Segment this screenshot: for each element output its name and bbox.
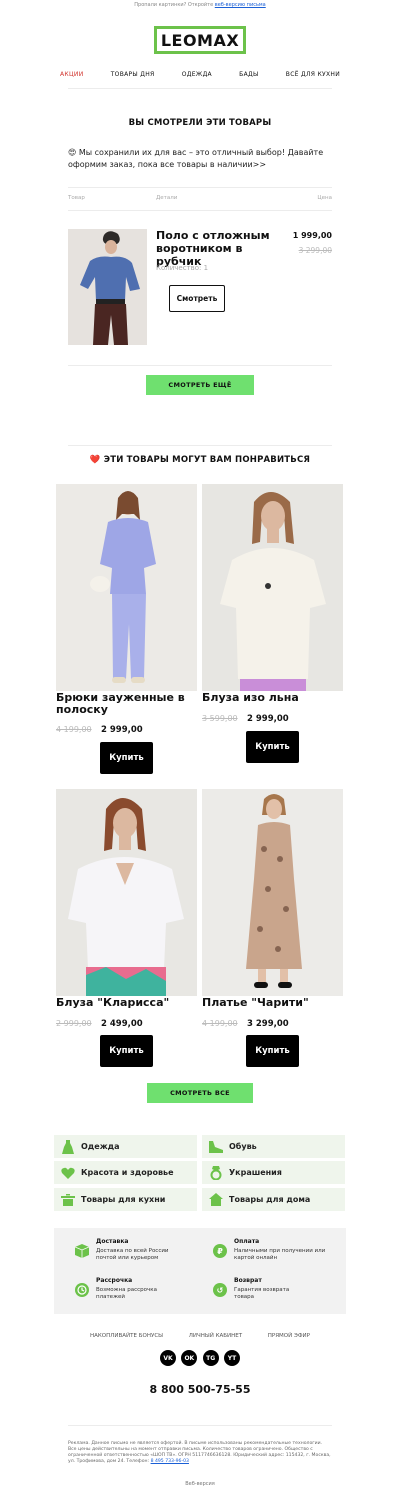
card-title[interactable]: Брюки зауженные в полоску <box>56 692 197 716</box>
category-home[interactable]: Товары для дома <box>202 1188 345 1211</box>
col-details: Детали <box>156 195 178 201</box>
card-old-price: 2 999,00 <box>56 1019 92 1028</box>
youtube-icon[interactable]: YT <box>223 1350 240 1366</box>
logo[interactable]: LEOMAX <box>154 26 246 54</box>
benefit-text: Гарантия возврата товара <box>234 1287 290 1300</box>
nav-item-sales[interactable]: АКЦИИ <box>60 71 84 78</box>
recommend-title: ❤️ ЭТИ ТОВАРЫ МОГУТ ВАМ ПОНРАВИТЬСЯ <box>89 455 311 465</box>
shoe-icon <box>209 1140 223 1154</box>
category-clothes[interactable]: Одежда <box>54 1135 197 1158</box>
benefit-title: Возврат <box>234 1277 262 1284</box>
col-price: Цена <box>317 195 332 201</box>
footer-link-live[interactable]: ПРЯМОЙ ЭФИР <box>268 1333 310 1339</box>
return-icon: ↺ <box>213 1283 227 1297</box>
hotline-phone[interactable]: 8 800 500-75-55 <box>0 1383 400 1396</box>
category-label: Одежда <box>81 1142 120 1151</box>
email-page: Пропали картинки? Откройте веб-версию пи… <box>0 0 400 1509</box>
vk-icon[interactable]: VK <box>160 1350 176 1366</box>
divider <box>68 365 332 366</box>
ok-icon[interactable]: OK <box>181 1350 198 1366</box>
buy-button[interactable]: Купить <box>100 742 153 774</box>
footer-links: НАКОПЛИВАЙТЕ БОНУСЫ ЛИЧНЫЙ КАБИНЕТ ПРЯМО… <box>90 1333 310 1339</box>
category-kitchen[interactable]: Товары для кухни <box>54 1188 197 1211</box>
product-image-polo[interactable] <box>68 229 147 345</box>
card-old-price: 4 199,00 <box>202 1019 238 1028</box>
card-title[interactable]: Платье "Чарити" <box>202 997 343 1009</box>
col-product: Товар <box>68 195 85 201</box>
house-icon <box>209 1193 223 1207</box>
nav-item-deals[interactable]: ТОВАРЫ ДНЯ <box>111 71 155 78</box>
dress-icon <box>61 1139 75 1154</box>
card-price: 2 999,00 <box>247 714 289 724</box>
pot-icon <box>61 1193 75 1207</box>
divider <box>68 187 332 188</box>
product-quantity: Количество: 1 <box>156 264 209 272</box>
category-label: Украшения <box>229 1168 282 1177</box>
category-label: Товары для дома <box>229 1195 311 1204</box>
buy-button[interactable]: Купить <box>246 1035 299 1067</box>
card-title[interactable]: Блуза "Кларисса" <box>56 997 197 1009</box>
see-all-button[interactable]: СМОТРЕТЬ ВСЕ <box>147 1083 253 1103</box>
product-image-trousers[interactable] <box>56 484 197 691</box>
benefit-text: Доставка по всей России почтой или курье… <box>96 1248 169 1261</box>
divider <box>68 88 332 89</box>
legal-text: Реклама. Данное письмо не является оферт… <box>68 1441 332 1465</box>
product-image-clarissa-blouse[interactable] <box>56 789 197 996</box>
viewed-intro: 😍 Мы сохранили их для вас – это отличный… <box>68 148 324 169</box>
category-shoes[interactable]: Обувь <box>202 1135 345 1158</box>
product-image-linen-blouse[interactable] <box>202 484 343 691</box>
product-price: 1 999,00 <box>292 231 332 240</box>
web-version-footer-link[interactable]: Веб-версия <box>0 1481 400 1487</box>
card-old-price: 3 599,00 <box>202 714 238 723</box>
ruble-icon: ₽ <box>213 1244 227 1258</box>
nav-item-clothes[interactable]: ОДЕЖДА <box>182 71 212 78</box>
box-icon <box>75 1244 89 1258</box>
card-title[interactable]: Блуза изо льна <box>202 692 343 704</box>
legal-phone-link[interactable]: 8 495 733-96-03 <box>151 1459 189 1464</box>
preheader-text: Пропали картинки? Откройте <box>134 2 214 8</box>
footer-link-bonuses[interactable]: НАКОПЛИВАЙТЕ БОНУСЫ <box>90 1333 163 1339</box>
top-nav: АКЦИИ ТОВАРЫ ДНЯ ОДЕЖДА БАДЫ ВСЁ ДЛЯ КУХ… <box>60 71 340 78</box>
see-more-button[interactable]: СМОТРЕТЬ ЕЩЁ <box>146 375 254 395</box>
telegram-icon[interactable]: TG <box>202 1350 219 1366</box>
category-label: Красота и здоровье <box>81 1168 174 1177</box>
buy-button[interactable]: Купить <box>246 731 299 763</box>
benefit-text: Наличными при получении или картой онлай… <box>234 1248 326 1261</box>
product-old-price: 3 299,00 <box>298 246 332 255</box>
product-title[interactable]: Поло с отложным воротником в рубчик <box>156 229 286 268</box>
clock-icon <box>75 1283 89 1297</box>
nav-item-supplements[interactable]: БАДЫ <box>239 71 258 78</box>
category-label: Обувь <box>229 1142 257 1151</box>
card-old-price: 4 199,00 <box>56 725 92 734</box>
view-product-button[interactable]: Смотреть <box>169 285 225 312</box>
heart-icon <box>61 1166 75 1180</box>
divider <box>68 445 332 446</box>
social-icons: VK OK TG YT <box>160 1350 240 1366</box>
benefit-text: Возможна рассрочка платежей <box>96 1287 157 1300</box>
category-label: Товары для кухни <box>81 1195 166 1204</box>
divider <box>68 210 332 211</box>
benefit-title: Доставка <box>96 1238 129 1245</box>
buy-button[interactable]: Купить <box>100 1035 153 1067</box>
category-jewelry[interactable]: Украшения <box>202 1161 345 1184</box>
card-price: 2 499,00 <box>101 1019 143 1029</box>
footer-link-account[interactable]: ЛИЧНЫЙ КАБИНЕТ <box>189 1333 242 1339</box>
viewed-title: ВЫ СМОТРЕЛИ ЭТИ ТОВАРЫ <box>128 118 272 128</box>
ring-icon <box>209 1165 223 1180</box>
product-image-charity-dress[interactable] <box>202 789 343 996</box>
benefit-title: Рассрочка <box>96 1277 133 1284</box>
legal-copy: Реклама. Данное письмо не является оферт… <box>68 1441 331 1464</box>
preheader: Пропали картинки? Откройте веб-версию пи… <box>0 2 400 8</box>
web-version-link[interactable]: веб-версию письма <box>215 2 266 8</box>
divider <box>68 1425 332 1426</box>
nav-item-kitchen[interactable]: ВСЁ ДЛЯ КУХНИ <box>286 71 340 78</box>
card-price: 2 999,00 <box>101 725 143 735</box>
benefit-title: Оплата <box>234 1238 260 1245</box>
category-beauty-health[interactable]: Красота и здоровье <box>54 1161 197 1184</box>
card-price: 3 299,00 <box>247 1019 289 1029</box>
